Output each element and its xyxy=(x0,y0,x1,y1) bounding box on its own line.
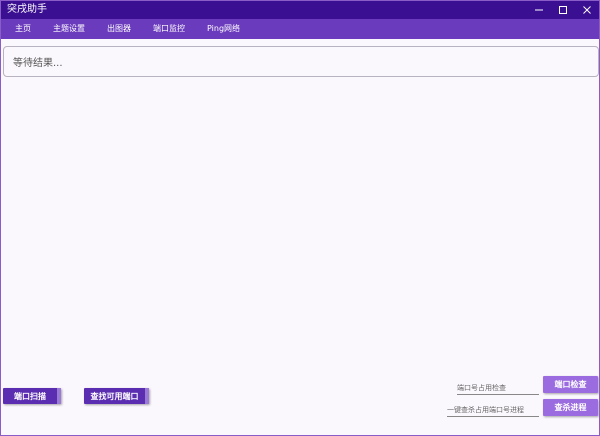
port-scan-label: 端口扫描 xyxy=(14,391,46,401)
button-edge xyxy=(57,388,61,404)
close-button[interactable] xyxy=(575,1,599,19)
minimize-icon xyxy=(535,9,543,11)
title-bar[interactable]: 突戌助手 xyxy=(1,1,599,19)
menu-item-image-tool[interactable]: 出图器 xyxy=(107,19,131,39)
port-check-input[interactable] xyxy=(457,381,539,394)
maximize-button[interactable] xyxy=(551,1,575,19)
port-check-field[interactable] xyxy=(457,381,539,395)
find-process-input[interactable] xyxy=(447,403,539,416)
find-free-port-label: 查找可用端口 xyxy=(90,391,139,401)
find-process-field[interactable] xyxy=(447,403,539,417)
menu-bar: 主页 主题设置 出图器 端口监控 Ping网络 xyxy=(1,19,599,39)
close-icon xyxy=(583,6,591,14)
menu-item-home[interactable]: 主页 xyxy=(15,19,31,39)
result-box: 等待结果... xyxy=(3,46,599,77)
window-title: 突戌助手 xyxy=(7,4,47,15)
find-process-label: 查杀进程 xyxy=(554,403,587,412)
find-free-port-button[interactable]: 查找可用端口 xyxy=(84,388,149,404)
menu-item-ping-network[interactable]: Ping网络 xyxy=(207,19,240,39)
port-scan-button[interactable]: 端口扫描 xyxy=(3,388,61,404)
button-edge xyxy=(145,388,149,404)
window-controls xyxy=(527,1,599,19)
port-check-label: 端口检查 xyxy=(554,380,587,389)
maximize-icon xyxy=(559,6,567,14)
result-text: 等待结果... xyxy=(13,58,63,69)
menu-item-theme-settings[interactable]: 主题设置 xyxy=(53,19,85,39)
minimize-button[interactable] xyxy=(527,1,551,19)
port-check-button[interactable]: 端口检查 xyxy=(543,376,598,393)
find-process-button[interactable]: 查杀进程 xyxy=(543,399,598,416)
app-window: 突戌助手 主页 主题设置 出图器 端口监控 Ping网络 等待结果... 端口扫… xyxy=(0,0,600,436)
menu-item-port-monitor[interactable]: 端口监控 xyxy=(153,19,185,39)
